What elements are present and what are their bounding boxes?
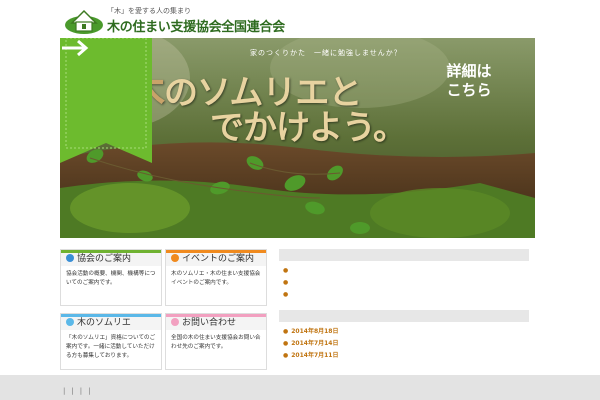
- footer-nav: | | | |: [63, 387, 91, 395]
- box-sommelier-title: 木のソムリエ: [77, 318, 131, 328]
- arrow-right-icon: [62, 39, 89, 57]
- blue-circle-icon: [66, 254, 74, 262]
- hero-title-line-2: でかけよう。: [210, 108, 407, 148]
- pink-circle-icon: [171, 318, 179, 326]
- details-label[interactable]: 詳細は こちら: [432, 62, 506, 100]
- details-label-line-2: こちら: [446, 81, 492, 99]
- box-contact-title: お問い合わせ: [182, 318, 237, 328]
- box-association[interactable]: 協会のご案内 協会活動の概要、機関、機構等についてのご案内です。: [60, 249, 162, 306]
- box-association-body: 協会活動の概要、機関、機構等についてのご案内です。: [66, 271, 156, 286]
- box-events[interactable]: イベントのご案内 木のソムリエ・木の住まい支援協会イベントのご案内です。: [165, 249, 267, 306]
- box-contact-body: 全国の木の住まい支援協会お問い合わせ先のご案内です。: [171, 335, 261, 350]
- slider-pagination: [60, 240, 84, 255]
- site-tagline: 「木」を愛する人の集まり: [107, 7, 191, 15]
- light-blue-circle-icon: [66, 318, 74, 326]
- news-list: ● 2014年8月18日 ● 2014年7月14日 ● 2014年7月11日: [283, 327, 529, 363]
- box-events-body: 木のソムリエ・木の住まい支援協会イベントのご案内です。: [171, 271, 261, 286]
- hero-banner[interactable]: 家のつくりかた 一緒に勉強しませんか？ 木のソムリエと でかけよう。 詳細はこち…: [60, 38, 535, 238]
- box-sommelier-body: 「木のソムリエ」資格についてのご案内です。一緒に活動していただける方も募集してお…: [66, 335, 156, 359]
- notice-list: ● ● ●: [283, 266, 529, 302]
- news-date: 2014年7月11日: [291, 352, 339, 359]
- news-date: 2014年8月18日: [291, 328, 339, 335]
- house-logo-icon[interactable]: [64, 5, 104, 35]
- box-events-title: イベントのご案内: [182, 254, 255, 264]
- box-association-title: 協会のご案内: [77, 254, 132, 264]
- site-footer: | | | |: [0, 375, 600, 400]
- section-heading-notices: [279, 249, 529, 261]
- news-item[interactable]: ● 2014年7月14日: [283, 339, 529, 351]
- orange-circle-icon: [171, 254, 179, 262]
- details-label-line-1: 詳細は: [446, 62, 492, 80]
- site-header: 「木」を愛する人の集まり 木の住まい支援協会全国連合会: [0, 0, 600, 38]
- site-title[interactable]: 木の住まい支援協会全国連合会: [107, 16, 285, 35]
- notice-item[interactable]: ●: [283, 266, 529, 278]
- box-sommelier[interactable]: 木のソムリエ 「木のソムリエ」資格についてのご案内です。一緒に活動していただける…: [60, 313, 162, 370]
- news-item[interactable]: ● 2014年7月11日: [283, 351, 529, 363]
- news-date: 2014年7月14日: [291, 340, 339, 347]
- notice-item[interactable]: ●: [283, 290, 529, 302]
- section-heading-news: [279, 310, 529, 322]
- news-item[interactable]: ● 2014年8月18日: [283, 327, 529, 339]
- notice-item[interactable]: ●: [283, 278, 529, 290]
- hero-kicker: 家のつくりかた 一緒に勉強しませんか？: [250, 49, 402, 57]
- box-contact[interactable]: お問い合わせ 全国の木の住まい支援協会お問い合わせ先のご案内です。: [165, 313, 267, 370]
